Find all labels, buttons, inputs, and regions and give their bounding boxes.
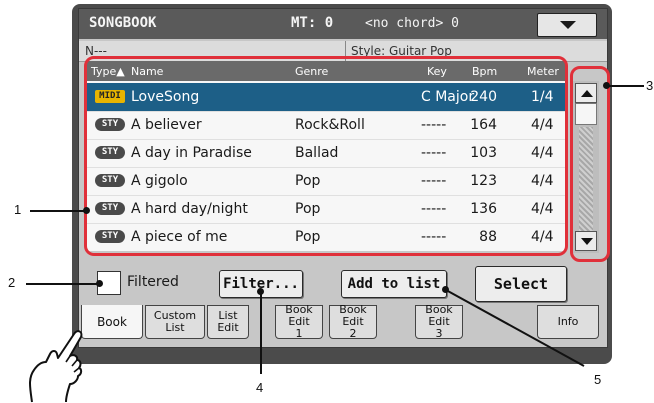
callout-5-dot bbox=[442, 286, 449, 293]
callout-5-line bbox=[445, 289, 585, 367]
pointing-hand-icon bbox=[29, 330, 83, 403]
